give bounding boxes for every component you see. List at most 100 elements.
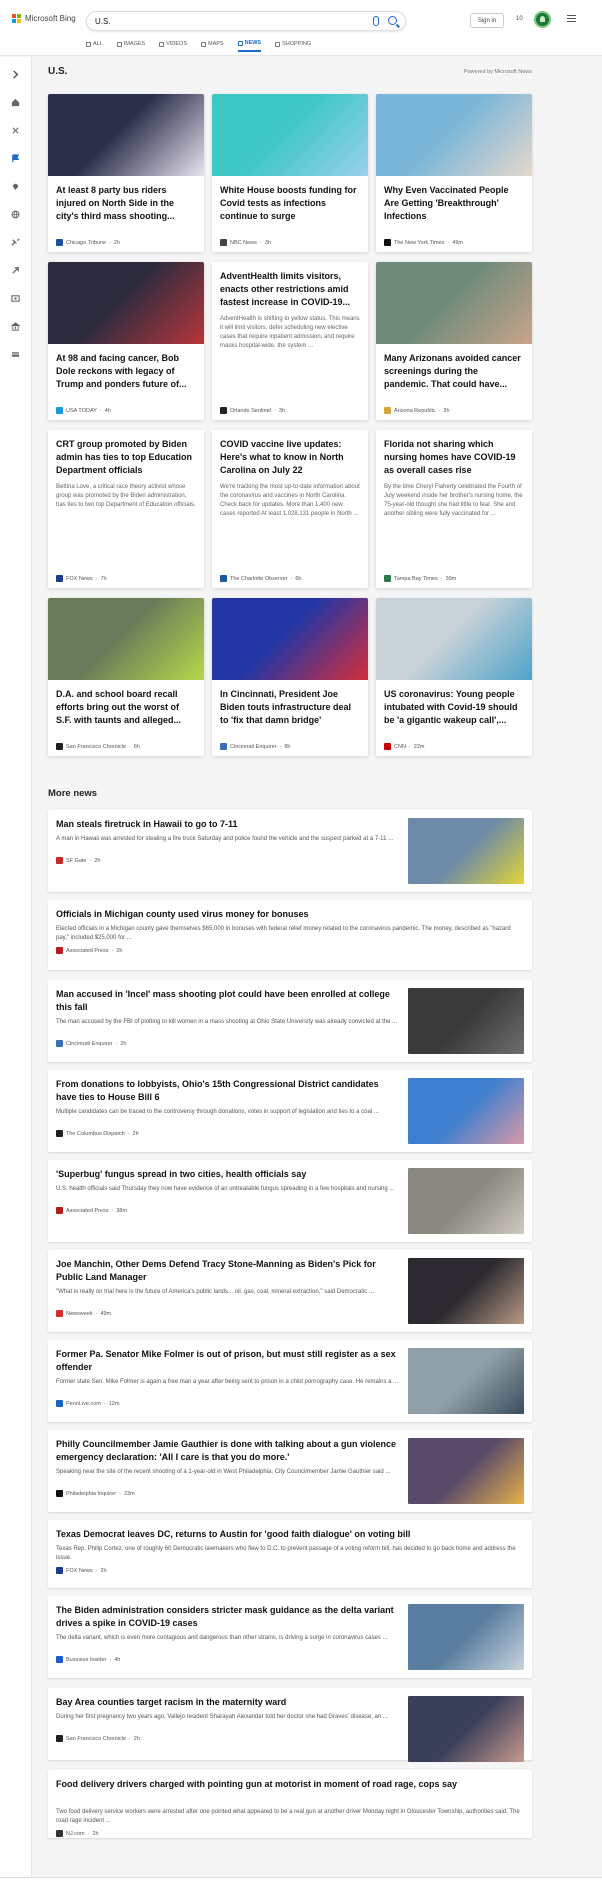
news-card-source[interactable]: Tampa Bay Times · 39m [384, 575, 456, 582]
hamburger-menu-icon[interactable] [567, 15, 576, 22]
news-card-title[interactable]: At 98 and facing cancer, Bob Dole reckon… [48, 344, 204, 391]
news-card-title[interactable]: Many Arizonans avoided cancer screenings… [376, 344, 532, 391]
entertainment-icon[interactable] [11, 294, 20, 303]
news-row[interactable]: 'Superbug' fungus spread in two cities, … [48, 1160, 532, 1242]
news-card-title[interactable]: White House boosts funding for Covid tes… [212, 176, 368, 223]
news-card-image[interactable] [212, 598, 368, 680]
news-row[interactable]: Texas Democrat leaves DC, returns to Aus… [48, 1520, 532, 1588]
news-card-title[interactable]: AdventHealth limits visitors, enacts oth… [212, 262, 368, 309]
news-row-source[interactable]: Associated Press · 38m [56, 1207, 127, 1214]
news-card[interactable]: At least 8 party bus riders injured on N… [48, 94, 204, 252]
news-card-source[interactable]: Cincinnati Enquirer · 8h [220, 743, 290, 750]
news-row-image[interactable] [408, 1438, 524, 1504]
news-row-title[interactable]: Bay Area counties target racism in the m… [56, 1696, 400, 1709]
news-card[interactable]: Why Even Vaccinated People Are Getting '… [376, 94, 532, 252]
news-card[interactable]: US coronavirus: Young people intubated w… [376, 598, 532, 756]
news-row-title[interactable]: 'Superbug' fungus spread in two cities, … [56, 1168, 400, 1181]
news-row[interactable]: Philly Councilmember Jamie Gauthier is d… [48, 1430, 532, 1512]
news-card-source[interactable]: NBC News · 3h [220, 239, 271, 246]
news-card-image[interactable] [376, 598, 532, 680]
news-card[interactable]: CRT group promoted by Biden admin has ti… [48, 430, 204, 588]
news-card-title[interactable]: COVID vaccine live updates: Here's what … [212, 430, 368, 477]
news-card-title[interactable]: At least 8 party bus riders injured on N… [48, 176, 204, 223]
rocket-icon[interactable] [11, 266, 20, 275]
tab-shopping[interactable]: SHOPPING [275, 40, 311, 52]
location-pin-icon[interactable] [11, 182, 20, 191]
news-card[interactable]: D.A. and school board recall efforts bri… [48, 598, 204, 756]
globe-icon[interactable] [11, 210, 20, 219]
card-icon[interactable] [11, 350, 20, 359]
news-row-image[interactable] [408, 1696, 524, 1762]
news-row-source[interactable]: FOX News · 2h [56, 1567, 107, 1574]
news-card[interactable]: AdventHealth limits visitors, enacts oth… [212, 262, 368, 420]
news-row-image[interactable] [408, 1168, 524, 1234]
news-card[interactable]: White House boosts funding for Covid tes… [212, 94, 368, 252]
news-card-image[interactable] [48, 598, 204, 680]
news-row-image[interactable] [408, 988, 524, 1054]
bank-icon[interactable] [11, 322, 20, 331]
news-row[interactable]: Man accused in 'Incel' mass shooting plo… [48, 980, 532, 1062]
news-card-title[interactable]: Why Even Vaccinated People Are Getting '… [376, 176, 532, 223]
news-row-source[interactable]: SF Gate · 2h [56, 857, 100, 864]
news-card[interactable]: In Cincinnati, President Joe Biden touts… [212, 598, 368, 756]
news-row-title[interactable]: Food delivery drivers charged with point… [56, 1778, 520, 1791]
news-row-image[interactable] [408, 1078, 524, 1144]
sign-in-button[interactable]: Sign in [470, 13, 504, 28]
rewards-points[interactable]: 10 [516, 16, 523, 22]
tab-videos[interactable]: VIDEOS [159, 40, 187, 52]
news-row-source[interactable]: San Francisco Chronicle · 2h [56, 1735, 140, 1742]
news-row-title[interactable]: Officials in Michigan county used virus … [56, 908, 520, 921]
search-box[interactable]: U.S. [86, 11, 406, 31]
news-card-title[interactable]: Florida not sharing which nursing homes … [376, 430, 532, 477]
news-row[interactable]: Joe Manchin, Other Dems Defend Tracy Sto… [48, 1250, 532, 1332]
news-row-title[interactable]: Philly Councilmember Jamie Gauthier is d… [56, 1438, 400, 1464]
news-row-image[interactable] [408, 818, 524, 884]
news-row[interactable]: The Biden administration considers stric… [48, 1596, 532, 1678]
news-row-title[interactable]: Man accused in 'Incel' mass shooting plo… [56, 988, 400, 1014]
news-row[interactable]: Bay Area counties target racism in the m… [48, 1688, 532, 1762]
news-row-image[interactable] [408, 1348, 524, 1414]
news-row-source[interactable]: Newsweek · 49m [56, 1310, 111, 1317]
news-row-title[interactable]: The Biden administration considers stric… [56, 1604, 400, 1630]
news-row-title[interactable]: Texas Democrat leaves DC, returns to Aus… [56, 1528, 520, 1541]
news-row-source[interactable]: PennLive.com · 12m [56, 1400, 119, 1407]
news-row-title[interactable]: Former Pa. Senator Mike Folmer is out of… [56, 1348, 400, 1374]
news-card-source[interactable]: San Francisco Chronicle · 6h [56, 743, 140, 750]
powered-by[interactable]: Powered by Microsoft News [464, 69, 532, 75]
news-card-title[interactable]: In Cincinnati, President Joe Biden touts… [212, 680, 368, 727]
news-card-source[interactable]: Chicago Tribune · 2h [56, 239, 120, 246]
news-card[interactable]: Florida not sharing which nursing homes … [376, 430, 532, 588]
search-input[interactable]: U.S. [95, 17, 111, 26]
news-card-source[interactable]: Arizona Republic · 3h [384, 407, 450, 414]
news-card-image[interactable] [376, 94, 532, 176]
expand-chevron-icon[interactable] [11, 70, 20, 79]
politics-icon[interactable] [11, 238, 20, 247]
home-icon[interactable] [11, 98, 20, 107]
news-card-source[interactable]: Orlando Sentinel · 3h [220, 407, 285, 414]
news-row[interactable]: Former Pa. Senator Mike Folmer is out of… [48, 1340, 532, 1422]
news-row-source[interactable]: Business Insider · 4h [56, 1656, 120, 1663]
tab-images[interactable]: IMAGES [116, 40, 145, 52]
tab-all[interactable]: ALL [86, 40, 103, 52]
news-card-source[interactable]: The Charlotte Observer · 6h [220, 575, 301, 582]
news-row[interactable]: Officials in Michigan county used virus … [48, 900, 532, 970]
microphone-icon[interactable] [373, 16, 379, 26]
news-card-title[interactable]: CRT group promoted by Biden admin has ti… [48, 430, 204, 477]
news-card-source[interactable]: USA TODAY · 4h [56, 407, 111, 414]
rewards-icon[interactable] [534, 11, 551, 28]
news-row[interactable]: Food delivery drivers charged with point… [48, 1770, 532, 1838]
news-row-source[interactable]: Philadelphia Inquirer · 23m [56, 1490, 135, 1497]
news-row-source[interactable]: Associated Press · 2h [56, 947, 122, 954]
search-icon[interactable] [388, 16, 397, 25]
news-card-image[interactable] [48, 262, 204, 344]
bing-logo[interactable]: Microsoft Bing [12, 14, 76, 23]
news-row-source[interactable]: Cincinnati Enquirer · 2h [56, 1040, 126, 1047]
news-card-image[interactable] [376, 262, 532, 344]
tab-news[interactable]: NEWS [237, 40, 262, 52]
news-row-title[interactable]: Man steals firetruck in Hawaii to go to … [56, 818, 400, 831]
news-card[interactable]: At 98 and facing cancer, Bob Dole reckon… [48, 262, 204, 420]
news-card-title[interactable]: D.A. and school board recall efforts bri… [48, 680, 204, 727]
news-card-title[interactable]: US coronavirus: Young people intubated w… [376, 680, 532, 727]
news-row-image[interactable] [408, 1604, 524, 1670]
news-card[interactable]: Many Arizonans avoided cancer screenings… [376, 262, 532, 420]
